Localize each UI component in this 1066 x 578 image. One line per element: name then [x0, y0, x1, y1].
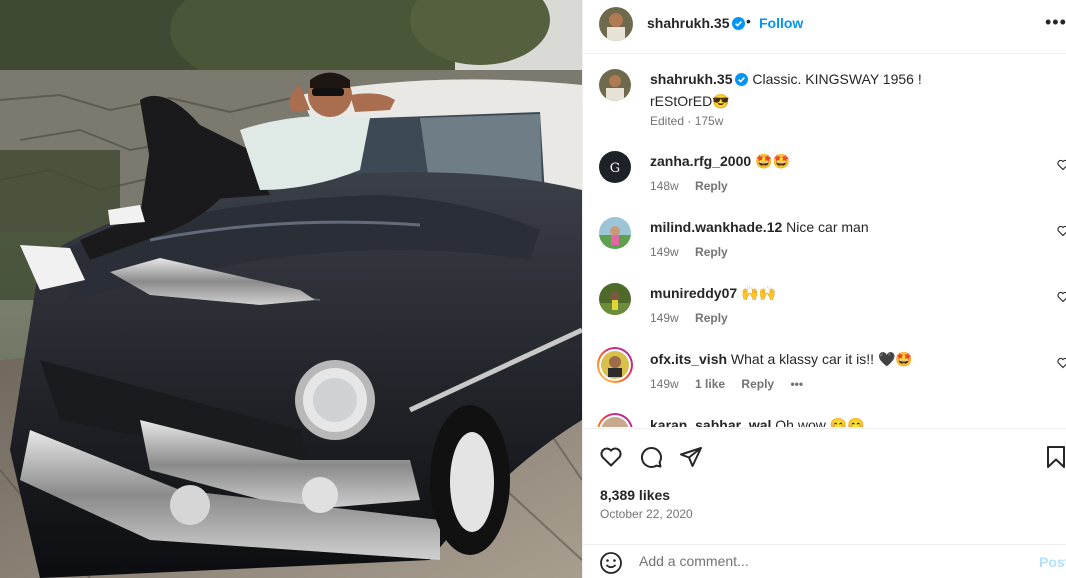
- comment-text-block: milind.wankhade.12 Nice car man: [650, 217, 1030, 237]
- comment-text: 🙌🙌: [741, 285, 776, 301]
- comment-text: Nice car man: [786, 219, 869, 235]
- comment-icon[interactable]: [639, 445, 663, 469]
- comment-text-block: karan_sabhar_wal Oh wow 😊😊: [650, 415, 1030, 427]
- car-photo-illustration: [0, 0, 582, 578]
- comment-username[interactable]: munireddy07: [650, 285, 737, 301]
- comment-more-icon[interactable]: •••: [790, 377, 803, 391]
- comment-item: munireddy07 🙌🙌 149w Reply: [583, 283, 1066, 343]
- verified-badge-icon: [735, 71, 749, 91]
- comment-age: 148w: [650, 179, 679, 193]
- comment-text: 🤩🤩: [755, 153, 790, 169]
- caption-text-line2: rEStOrED😎: [650, 93, 730, 109]
- caption-meta: Edited · 175w: [650, 114, 736, 128]
- comment-text: Oh wow 😊😊: [775, 417, 865, 427]
- caption-text: Classic. KINGSWAY 1956 !: [752, 71, 922, 87]
- add-comment-input[interactable]: [639, 553, 1019, 569]
- bookmark-icon[interactable]: [1045, 445, 1066, 469]
- comment-text: What a klassy car it is!! 🖤🤩: [730, 351, 913, 367]
- post-details-panel: shahrukh.35 • Follow ••• shahrukh.35 Cla…: [582, 0, 1066, 578]
- comment-age: 149w: [650, 245, 679, 259]
- comment-like-heart-icon[interactable]: [1057, 225, 1066, 237]
- comment-like-heart-icon[interactable]: [1057, 291, 1066, 303]
- commenter-avatar[interactable]: [599, 283, 631, 315]
- caption-avatar[interactable]: [599, 69, 631, 101]
- comment-item: karan_sabhar_wal Oh wow 😊😊: [583, 413, 1066, 427]
- commenter-avatar-story-ring[interactable]: [597, 347, 633, 383]
- author-username[interactable]: shahrukh.35: [647, 15, 729, 31]
- comment-like-count[interactable]: 1 like: [695, 377, 725, 391]
- add-comment-bar: Post: [583, 544, 1066, 578]
- reply-button[interactable]: Reply: [741, 377, 774, 391]
- verified-badge-icon: [732, 17, 746, 35]
- emoji-icon[interactable]: [599, 551, 623, 575]
- comment-age: 149w: [650, 311, 679, 325]
- caption-username[interactable]: shahrukh.35: [650, 71, 732, 87]
- comment-username[interactable]: ofx.its_vish: [650, 351, 727, 367]
- comment-text-block: munireddy07 🙌🙌: [650, 283, 1030, 303]
- heart-icon[interactable]: [599, 445, 623, 469]
- caption-text-block: shahrukh.35 Classic. KINGSWAY 1956 ! rES…: [650, 69, 1030, 111]
- post-comment-button[interactable]: Post: [1039, 554, 1066, 570]
- comment-username[interactable]: zanha.rfg_2000: [650, 153, 751, 169]
- post-header: shahrukh.35 • Follow •••: [583, 0, 1066, 54]
- post-photo[interactable]: [0, 0, 582, 578]
- reply-button[interactable]: Reply: [695, 179, 728, 193]
- comment-age: 149w: [650, 377, 679, 391]
- comment-meta: 149w Reply: [650, 245, 741, 259]
- comment-meta: 149w Reply: [650, 311, 741, 325]
- share-icon[interactable]: [679, 445, 703, 469]
- post-date: October 22, 2020: [600, 507, 693, 521]
- comments-list[interactable]: shahrukh.35 Classic. KINGSWAY 1956 ! rES…: [583, 55, 1066, 427]
- commenter-avatar[interactable]: G: [599, 151, 631, 183]
- follow-button[interactable]: Follow: [759, 15, 803, 31]
- caption: shahrukh.35 Classic. KINGSWAY 1956 ! rES…: [583, 67, 1066, 137]
- separator-dot: •: [746, 13, 751, 29]
- comment-like-heart-icon[interactable]: [1057, 159, 1066, 171]
- comment-item: ofx.its_vish What a klassy car it is!! 🖤…: [583, 347, 1066, 409]
- comment-username[interactable]: milind.wankhade.12: [650, 219, 782, 235]
- author-avatar[interactable]: [599, 7, 633, 41]
- comment-item: milind.wankhade.12 Nice car man 149w Rep…: [583, 217, 1066, 277]
- commenter-avatar-story-ring[interactable]: [597, 413, 633, 427]
- reply-button[interactable]: Reply: [695, 311, 728, 325]
- likes-count[interactable]: 8,389 likes: [600, 487, 670, 503]
- comment-like-heart-icon[interactable]: [1057, 357, 1066, 369]
- more-options-icon[interactable]: •••: [1045, 12, 1066, 33]
- commenter-avatar[interactable]: [599, 217, 631, 249]
- comment-meta: 148w Reply: [650, 179, 741, 193]
- reply-button[interactable]: Reply: [695, 245, 728, 259]
- comment-item: G zanha.rfg_2000 🤩🤩 148w Reply: [583, 151, 1066, 211]
- caption-edited: Edited · 175w: [650, 114, 724, 128]
- post-actions: 8,389 likes October 22, 2020 Post: [583, 428, 1066, 578]
- comment-meta: 149w 1 like Reply •••: [650, 377, 816, 391]
- comment-text-block: zanha.rfg_2000 🤩🤩: [650, 151, 1030, 171]
- comment-username[interactable]: karan_sabhar_wal: [650, 417, 771, 427]
- svg-text:G: G: [610, 161, 620, 176]
- comment-text-block: ofx.its_vish What a klassy car it is!! 🖤…: [650, 349, 1030, 369]
